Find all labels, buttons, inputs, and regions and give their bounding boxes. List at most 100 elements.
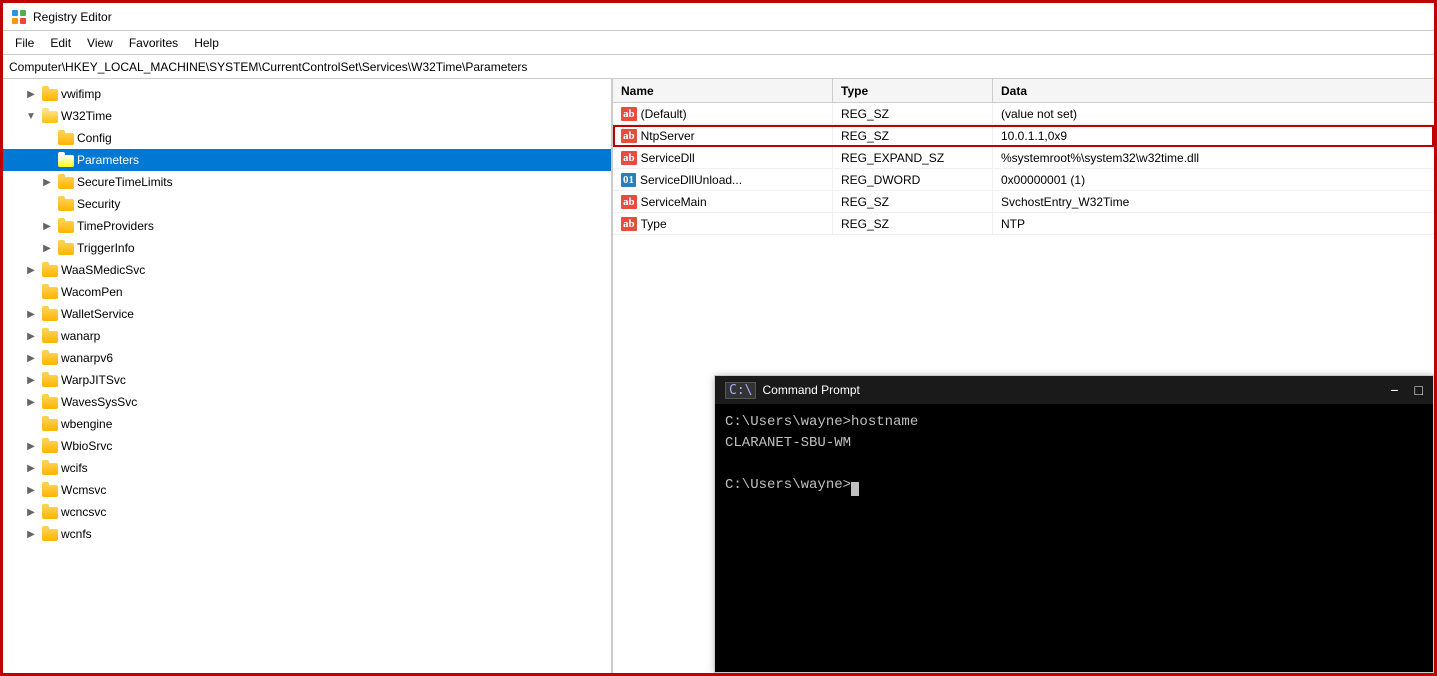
expand-warpjitsvc[interactable]: ▶ [23, 372, 39, 388]
tree-label-wcifs: wcifs [61, 457, 88, 479]
tree-item-warpjitsvc[interactable]: ▶ WarpJITSvc [3, 369, 611, 391]
tree-item-timeproviders[interactable]: ▶ TimeProviders [3, 215, 611, 237]
col-name-header: Name [613, 79, 833, 102]
cmd-title-text: Command Prompt [762, 383, 859, 397]
value-row-servicemain[interactable]: ab ServiceMain REG_SZ SvchostEntry_W32Ti… [613, 191, 1434, 213]
value-row-type[interactable]: ab Type REG_SZ NTP [613, 213, 1434, 235]
folder-icon-wcmsvc [42, 483, 58, 497]
tree-label-securetimelimits: SecureTimeLimits [77, 171, 173, 193]
value-row-default[interactable]: ab (Default) REG_SZ (value not set) [613, 103, 1434, 125]
value-row-ntpserver[interactable]: ab NtpServer REG_SZ 10.0.1.1,0x9 [613, 125, 1434, 147]
tree-item-wacompen[interactable]: WacomPen [3, 281, 611, 303]
tree-item-wbengine[interactable]: wbengine [3, 413, 611, 435]
folder-icon-triggerinfo [58, 241, 74, 255]
tree-pane[interactable]: ▶ vwifimp ▼ W32Time ▶ Config ▶ Parameter… [3, 79, 613, 673]
tree-label-wcnfs: wcnfs [61, 523, 92, 545]
expand-wanarp[interactable]: ▶ [23, 328, 39, 344]
expand-wanarpv6[interactable]: ▶ [23, 350, 39, 366]
menu-view[interactable]: View [79, 34, 121, 52]
tree-label-wavesyssvc: WavesSysSvc [61, 391, 137, 413]
tree-item-walletservice[interactable]: ▶ WalletService [3, 303, 611, 325]
tree-label-wbengine: wbengine [61, 413, 112, 435]
value-row-servicedll[interactable]: ab ServiceDll REG_EXPAND_SZ %systemroot%… [613, 147, 1434, 169]
tree-label-security: Security [77, 193, 120, 215]
tree-label-w32time: W32Time [61, 105, 112, 127]
expand-wcmsvc[interactable]: ▶ [23, 482, 39, 498]
tree-label-walletservice: WalletService [61, 303, 134, 325]
expand-wcncsvc[interactable]: ▶ [23, 504, 39, 520]
folder-icon-timeproviders [58, 219, 74, 233]
folder-icon-wcnfs [42, 527, 58, 541]
menu-bar: File Edit View Favorites Help [3, 31, 1434, 55]
value-data-default: (value not set) [993, 103, 1434, 124]
cmd-restore-button[interactable]: □ [1415, 382, 1423, 398]
title-bar: Registry Editor [3, 3, 1434, 31]
expand-wcifs[interactable]: ▶ [23, 460, 39, 476]
tree-item-securetimelimits[interactable]: ▶ SecureTimeLimits [3, 171, 611, 193]
tree-item-wcifs[interactable]: ▶ wcifs [3, 457, 611, 479]
expand-wbiosrvc[interactable]: ▶ [23, 438, 39, 454]
cmd-line-1: C:\Users\wayne>hostname [725, 412, 1423, 433]
reg-icon-servicemain: ab [621, 195, 637, 209]
value-name-servicemain: ab ServiceMain [613, 191, 833, 212]
value-type-ntpserver: REG_SZ [833, 125, 993, 146]
expand-walletservice[interactable]: ▶ [23, 306, 39, 322]
tree-item-parameters[interactable]: ▶ Parameters [3, 149, 611, 171]
tree-item-triggerinfo[interactable]: ▶ TriggerInfo [3, 237, 611, 259]
menu-favorites[interactable]: Favorites [121, 34, 186, 52]
cmd-line-4: C:\Users\wayne> [725, 475, 1423, 496]
values-pane[interactable]: Name Type Data ab (Default) REG_SZ (valu… [613, 79, 1434, 673]
cmd-body: C:\Users\wayne>hostname CLARANET-SBU-WM … [715, 404, 1433, 672]
folder-icon-wanarp [42, 329, 58, 343]
tree-label-wcmsvc: Wcmsvc [61, 479, 106, 501]
tree-label-timeproviders: TimeProviders [77, 215, 154, 237]
menu-help[interactable]: Help [186, 34, 227, 52]
tree-item-wavesyssvc[interactable]: ▶ WavesSysSvc [3, 391, 611, 413]
menu-file[interactable]: File [7, 34, 42, 52]
tree-item-wanarp[interactable]: ▶ wanarp [3, 325, 611, 347]
expand-securetimelimits[interactable]: ▶ [39, 174, 55, 190]
value-type-servicemain: REG_SZ [833, 191, 993, 212]
menu-edit[interactable]: Edit [42, 34, 79, 52]
cmd-minimize-button[interactable]: − [1390, 382, 1398, 398]
tree-label-wbiosrvc: WbioSrvc [61, 435, 112, 457]
expand-vwifimp[interactable]: ▶ [23, 86, 39, 102]
address-bar: Computer\HKEY_LOCAL_MACHINE\SYSTEM\Curre… [3, 55, 1434, 79]
main-content: ▶ vwifimp ▼ W32Time ▶ Config ▶ Parameter… [3, 79, 1434, 673]
cmd-line-3 [725, 454, 1423, 475]
cmd-line-2: CLARANET-SBU-WM [725, 433, 1423, 454]
folder-icon-vwifimp [42, 87, 58, 101]
value-name-servicedllunload: 01 ServiceDllUnload... [613, 169, 833, 190]
tree-item-wbiosrvc[interactable]: ▶ WbioSrvc [3, 435, 611, 457]
value-data-servicemain: SvchostEntry_W32Time [993, 191, 1434, 212]
folder-icon-wavesyssvc [42, 395, 58, 409]
expand-wavesyssvc[interactable]: ▶ [23, 394, 39, 410]
value-type-servicedll: REG_EXPAND_SZ [833, 147, 993, 168]
tree-item-security[interactable]: ▶ Security [3, 193, 611, 215]
folder-icon-wanarpv6 [42, 351, 58, 365]
tree-item-wcnfs[interactable]: ▶ wcnfs [3, 523, 611, 545]
value-row-servicedllunload[interactable]: 01 ServiceDllUnload... REG_DWORD 0x00000… [613, 169, 1434, 191]
value-name-ntpserver: ab NtpServer [613, 125, 833, 146]
tree-item-waasmedicsvc[interactable]: ▶ WaaSMedicSvc [3, 259, 611, 281]
tree-label-parameters: Parameters [77, 149, 139, 171]
folder-icon-waasmedicsvc [42, 263, 58, 277]
tree-item-config[interactable]: ▶ Config [3, 127, 611, 149]
expand-waasmedicsvc[interactable]: ▶ [23, 262, 39, 278]
value-name-servicedll: ab ServiceDll [613, 147, 833, 168]
reg-icon-default: ab [621, 107, 637, 121]
expand-w32time[interactable]: ▼ [23, 108, 39, 124]
folder-icon-securetimelimits [58, 175, 74, 189]
tree-item-w32time[interactable]: ▼ W32Time [3, 105, 611, 127]
address-path: Computer\HKEY_LOCAL_MACHINE\SYSTEM\Curre… [9, 60, 527, 74]
expand-triggerinfo[interactable]: ▶ [39, 240, 55, 256]
expand-timeproviders[interactable]: ▶ [39, 218, 55, 234]
tree-item-wanarpv6[interactable]: ▶ wanarpv6 [3, 347, 611, 369]
value-name-type: ab Type [613, 213, 833, 234]
expand-wcnfs[interactable]: ▶ [23, 526, 39, 542]
tree-item-vwifimp[interactable]: ▶ vwifimp [3, 83, 611, 105]
value-type-type: REG_SZ [833, 213, 993, 234]
tree-item-wcmsvc[interactable]: ▶ Wcmsvc [3, 479, 611, 501]
tree-item-wcncsvc[interactable]: ▶ wcncsvc [3, 501, 611, 523]
tree-label-vwifimp: vwifimp [61, 83, 101, 105]
